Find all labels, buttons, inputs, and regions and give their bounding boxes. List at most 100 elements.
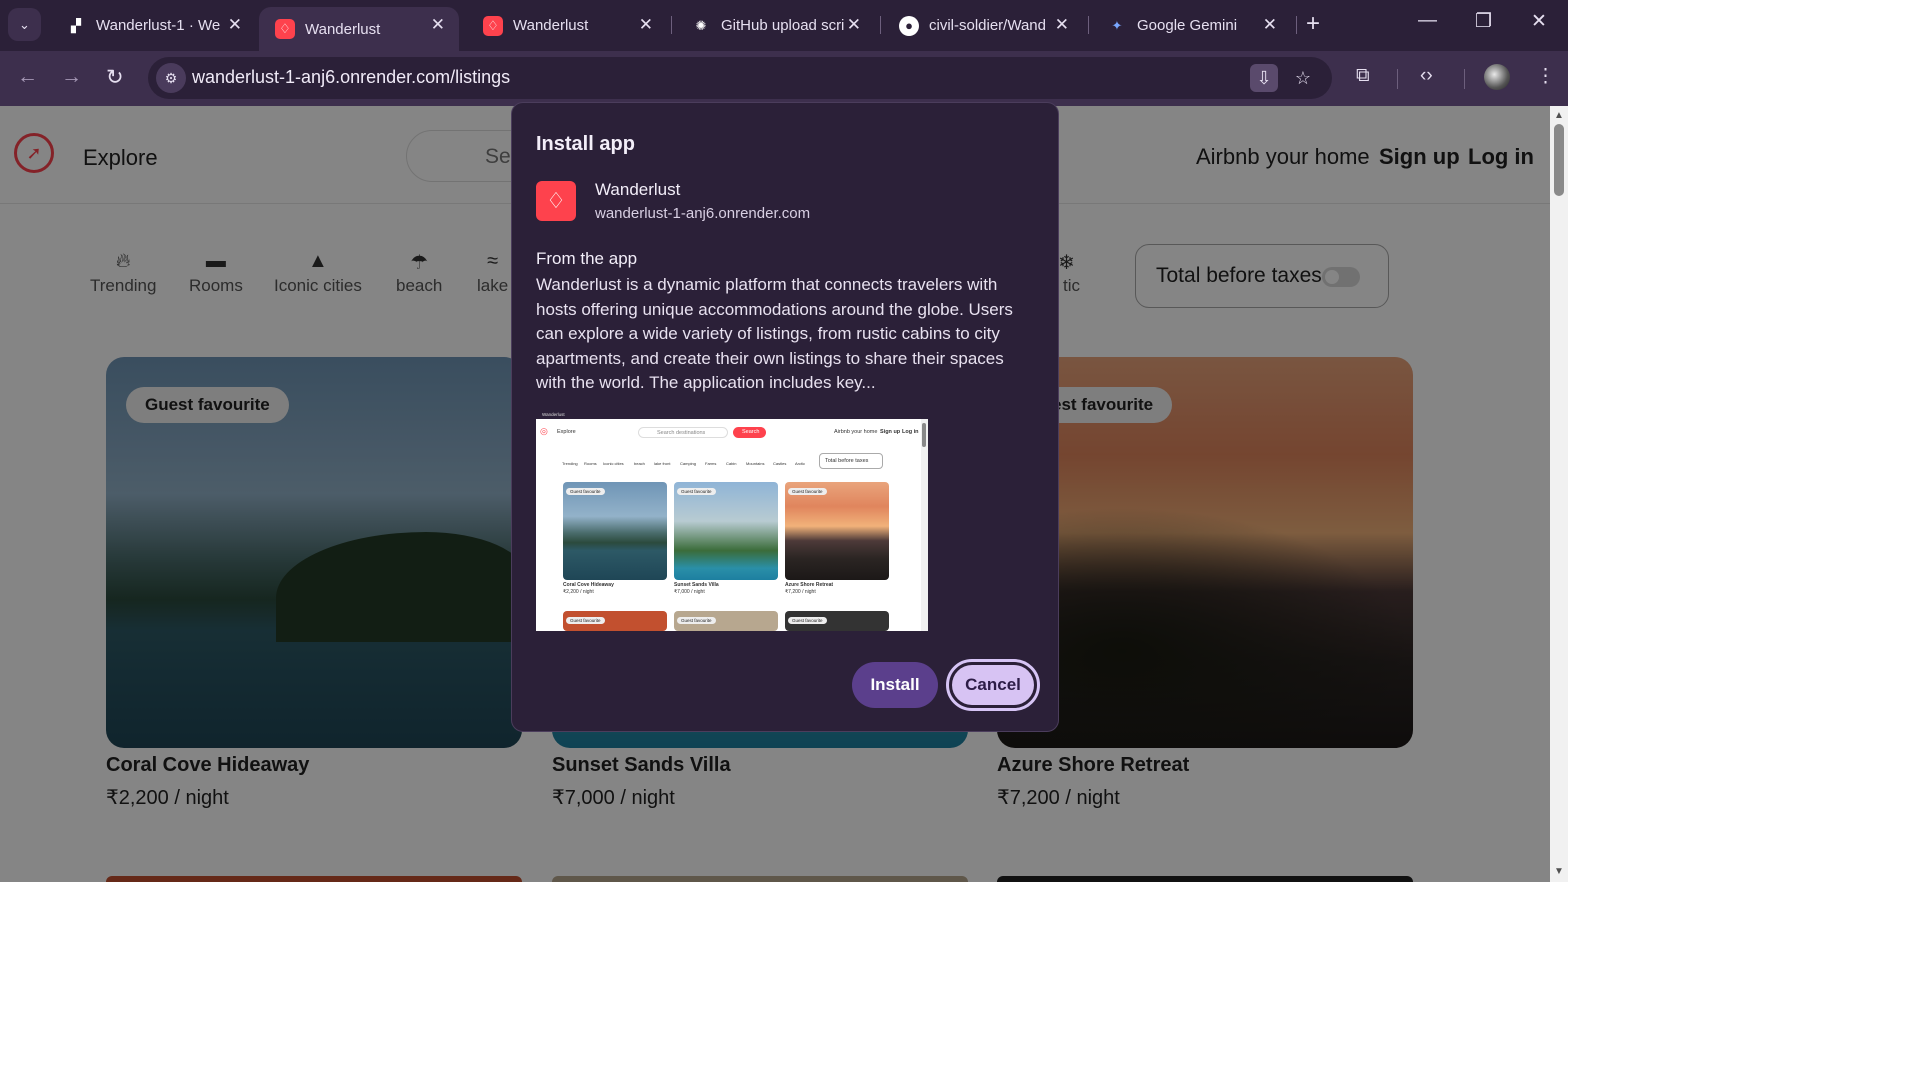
preview-scrollbar: [921, 419, 928, 631]
preview-window-title: Wanderlust: [542, 412, 565, 417]
tab-6[interactable]: ✦ Google Gemini ✕: [1091, 7, 1291, 44]
cancel-button-label: Cancel: [952, 665, 1034, 705]
preview-filter: lake front: [654, 461, 671, 466]
preview-card-price: ₹7,200 / night: [785, 589, 816, 595]
chevron-down-icon: ⌄: [19, 16, 30, 32]
devtools-code-icon[interactable]: ‹›: [1420, 65, 1433, 87]
preview-filter: Castles: [773, 461, 787, 466]
app-url: wanderlust-1-anj6.onrender.com: [595, 205, 811, 222]
preview-badge: Guest favourite: [788, 617, 827, 624]
install-app-icon[interactable]: ⇩: [1250, 64, 1278, 92]
url-text[interactable]: wanderlust-1-anj6.onrender.com/listings: [192, 67, 510, 88]
tab-search-button[interactable]: ⌄: [8, 8, 41, 41]
preview-filter: Cabin: [726, 461, 737, 466]
preview-login: Log in: [902, 429, 919, 435]
site-info-icon[interactable]: ⚙: [156, 63, 186, 93]
preview-filter: Rooms: [584, 461, 597, 466]
reload-icon[interactable]: ↻: [106, 65, 124, 90]
preview-filter: Mountains: [746, 461, 765, 466]
tab-4[interactable]: ✺ GitHub upload scri ✕: [675, 7, 875, 44]
airbnb-icon: ♢: [275, 19, 295, 39]
tab-1[interactable]: ▞ Wanderlust-1 · We ✕: [50, 7, 256, 44]
bookmark-star-icon[interactable]: ☆: [1289, 64, 1317, 92]
browser-tab-bar: ⌄ ▞ Wanderlust-1 · We ✕ ♢ Wanderlust ✕ ♢…: [0, 0, 1568, 51]
forward-icon[interactable]: →: [61, 65, 82, 89]
from-app-label: From the app: [536, 249, 638, 268]
tab-title: Wanderlust-1 · We: [96, 17, 220, 34]
tab-3[interactable]: ♢ Wanderlust ✕: [467, 7, 667, 44]
install-app-dialog: Install app ♢ Wanderlust wanderlust-1-an…: [511, 102, 1059, 732]
address-bar[interactable]: ⚙ wanderlust-1-anj6.onrender.com/listing…: [148, 57, 1332, 99]
preview-toggle: Total before taxes: [819, 453, 883, 469]
preview-toggle-label: Total before taxes: [825, 458, 869, 464]
more-menu-icon[interactable]: ⋮: [1536, 65, 1555, 88]
tab-2-active[interactable]: ♢ Wanderlust ✕: [259, 7, 459, 51]
app-screenshot-preview: Wanderlust ◎ Explore Search destinations…: [536, 411, 928, 631]
preview-compass-icon: ◎: [540, 426, 548, 436]
preview-card-title: Azure Shore Retreat: [785, 582, 834, 588]
close-tab-icon[interactable]: ✕: [228, 15, 242, 35]
toolbar-separator: [1397, 69, 1398, 89]
preview-badge: Guest favourite: [677, 617, 716, 624]
restore-icon[interactable]: ❐: [1475, 10, 1492, 33]
toolbar-separator: [1464, 69, 1465, 89]
preview-airbnb-home: Airbnb your home: [834, 429, 878, 435]
gemini-icon: ✦: [1111, 17, 1123, 33]
scroll-down-arrow-icon[interactable]: ▼: [1554, 866, 1564, 877]
preview-card-title: Coral Cove Hideaway: [563, 582, 614, 588]
preview-card-image: Guest favourite: [785, 482, 889, 580]
preview-badge: Guest favourite: [677, 488, 716, 495]
preview-titlebar: Wanderlust: [536, 411, 928, 419]
scroll-up-arrow-icon[interactable]: ▲: [1554, 110, 1564, 121]
preview-row2-image: Guest favourite: [785, 611, 889, 631]
browser-toolbar: ← → ↻ ⚙ wanderlust-1-anj6.onrender.com/l…: [0, 51, 1568, 106]
tab-separator: [1088, 16, 1089, 34]
tab-separator: [671, 16, 672, 34]
page-scrollbar[interactable]: ▲ ▼: [1550, 106, 1568, 882]
extensions-icon[interactable]: ⧉: [1356, 65, 1370, 87]
tab-title: Wanderlust: [305, 20, 381, 38]
close-window-icon[interactable]: ✕: [1531, 10, 1547, 33]
tab-5[interactable]: ● civil-soldier/Wand ✕: [883, 7, 1083, 44]
tab-separator: [1296, 16, 1297, 34]
install-button[interactable]: Install: [852, 662, 938, 708]
profile-avatar[interactable]: [1484, 64, 1510, 90]
minimize-icon[interactable]: —: [1418, 10, 1437, 32]
preview-search-placeholder: Search destinations: [657, 430, 706, 436]
github-icon: ●: [899, 15, 919, 36]
tab-title: civil-soldier/Wand: [929, 17, 1046, 34]
preview-filter: Farms: [705, 461, 717, 466]
app-description: Wanderlust is a dynamic platform that co…: [536, 275, 1013, 392]
preview-filter: Trending: [562, 461, 578, 466]
preview-explore: Explore: [557, 429, 576, 435]
airbnb-app-icon: ♢: [536, 181, 576, 221]
preview-card-image: Guest favourite: [563, 482, 667, 580]
render-icon: ▞: [71, 17, 81, 33]
preview-card-image: Guest favourite: [674, 482, 778, 580]
close-tab-icon[interactable]: ✕: [1055, 15, 1069, 35]
preview-badge: Guest favourite: [566, 617, 605, 624]
preview-search-label: Search: [742, 429, 760, 435]
close-tab-icon[interactable]: ✕: [847, 15, 861, 35]
back-icon[interactable]: ←: [17, 65, 38, 89]
preview-filter: Iconic cities: [603, 461, 624, 466]
preview-filter: Camping: [680, 461, 697, 466]
openai-icon: ✺: [695, 17, 707, 33]
close-tab-icon[interactable]: ✕: [639, 15, 653, 35]
preview-signup: Sign up: [880, 429, 901, 435]
cancel-button[interactable]: Cancel: [946, 659, 1040, 711]
tab-title: Google Gemini: [1137, 17, 1238, 34]
close-tab-icon[interactable]: ✕: [1263, 15, 1277, 35]
dialog-title: Install app: [536, 133, 635, 155]
new-tab-icon[interactable]: +: [1306, 10, 1320, 38]
close-tab-icon[interactable]: ✕: [431, 15, 445, 35]
preview-search-button: Search: [733, 427, 766, 438]
preview-filter: beach: [634, 461, 645, 466]
preview-card-price: ₹2,200 / night: [563, 589, 594, 595]
tab-separator: [880, 16, 881, 34]
scroll-thumb[interactable]: [1554, 124, 1564, 196]
tab-title: GitHub upload scri: [721, 17, 845, 34]
preview-row2-image: Guest favourite: [674, 611, 778, 631]
preview-badge: Guest favourite: [566, 488, 605, 495]
preview-card-title: Sunset Sands Villa: [674, 582, 719, 588]
